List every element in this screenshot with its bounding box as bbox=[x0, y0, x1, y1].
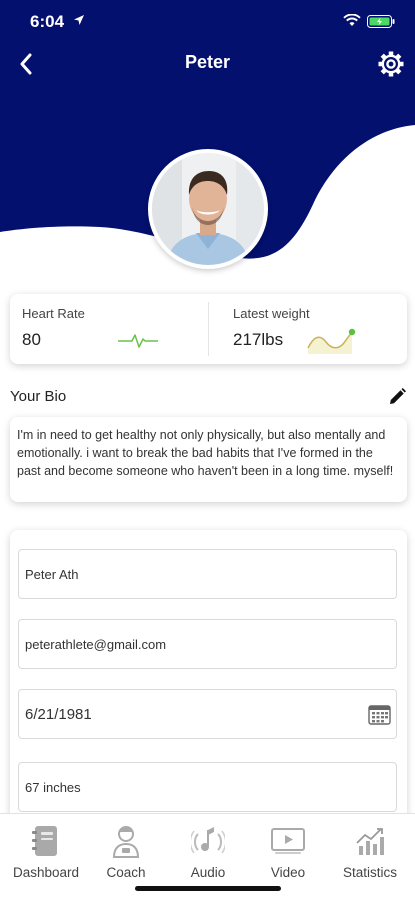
heart-rate-value: 80 bbox=[22, 330, 41, 349]
birthdate-field[interactable] bbox=[18, 689, 397, 739]
weight-sparkline bbox=[307, 328, 356, 354]
tab-label: Audio bbox=[190, 865, 226, 880]
bio-text[interactable]: I'm in need to get healthy not only phys… bbox=[10, 417, 407, 502]
tab-statistics[interactable]: Statistics bbox=[330, 814, 410, 900]
notebook-icon bbox=[32, 826, 57, 856]
status-time: 6:04 bbox=[30, 12, 65, 31]
profile-photo bbox=[152, 153, 264, 265]
settings-button[interactable] bbox=[375, 48, 407, 80]
tab-label: Coach bbox=[106, 865, 146, 880]
tab-dashboard[interactable]: Dashboard bbox=[4, 814, 88, 900]
audio-icon bbox=[191, 827, 225, 854]
height-field[interactable] bbox=[18, 762, 397, 812]
latest-weight-value: 217lbs bbox=[233, 330, 284, 349]
tab-label: Dashboard bbox=[12, 865, 80, 880]
home-indicator bbox=[135, 886, 281, 891]
coach-icon bbox=[112, 826, 140, 858]
edit-bio-pencil-icon[interactable] bbox=[387, 387, 407, 407]
calendar-icon[interactable] bbox=[368, 703, 391, 725]
tab-label: Video bbox=[270, 865, 306, 880]
location-arrow-icon bbox=[74, 15, 84, 25]
name-field[interactable] bbox=[18, 549, 397, 599]
page-title: Peter bbox=[184, 52, 231, 72]
heart-rate-stat[interactable]: Heart Rate 80 bbox=[10, 294, 208, 364]
battery-icon bbox=[367, 15, 395, 28]
tab-label: Statistics bbox=[342, 865, 397, 880]
heart-rate-label: Heart Rate bbox=[22, 306, 85, 321]
gear-icon bbox=[378, 51, 404, 77]
video-icon bbox=[271, 828, 305, 854]
latest-weight-label: Latest weight bbox=[233, 306, 310, 321]
chart-icon bbox=[356, 828, 384, 855]
status-bar: 6:04 bbox=[0, 0, 415, 44]
profile-avatar[interactable] bbox=[148, 149, 268, 269]
bio-heading: Your Bio bbox=[10, 388, 67, 405]
wifi-icon bbox=[343, 14, 361, 26]
email-field[interactable] bbox=[18, 619, 397, 669]
heart-rate-sparkline bbox=[118, 334, 158, 348]
